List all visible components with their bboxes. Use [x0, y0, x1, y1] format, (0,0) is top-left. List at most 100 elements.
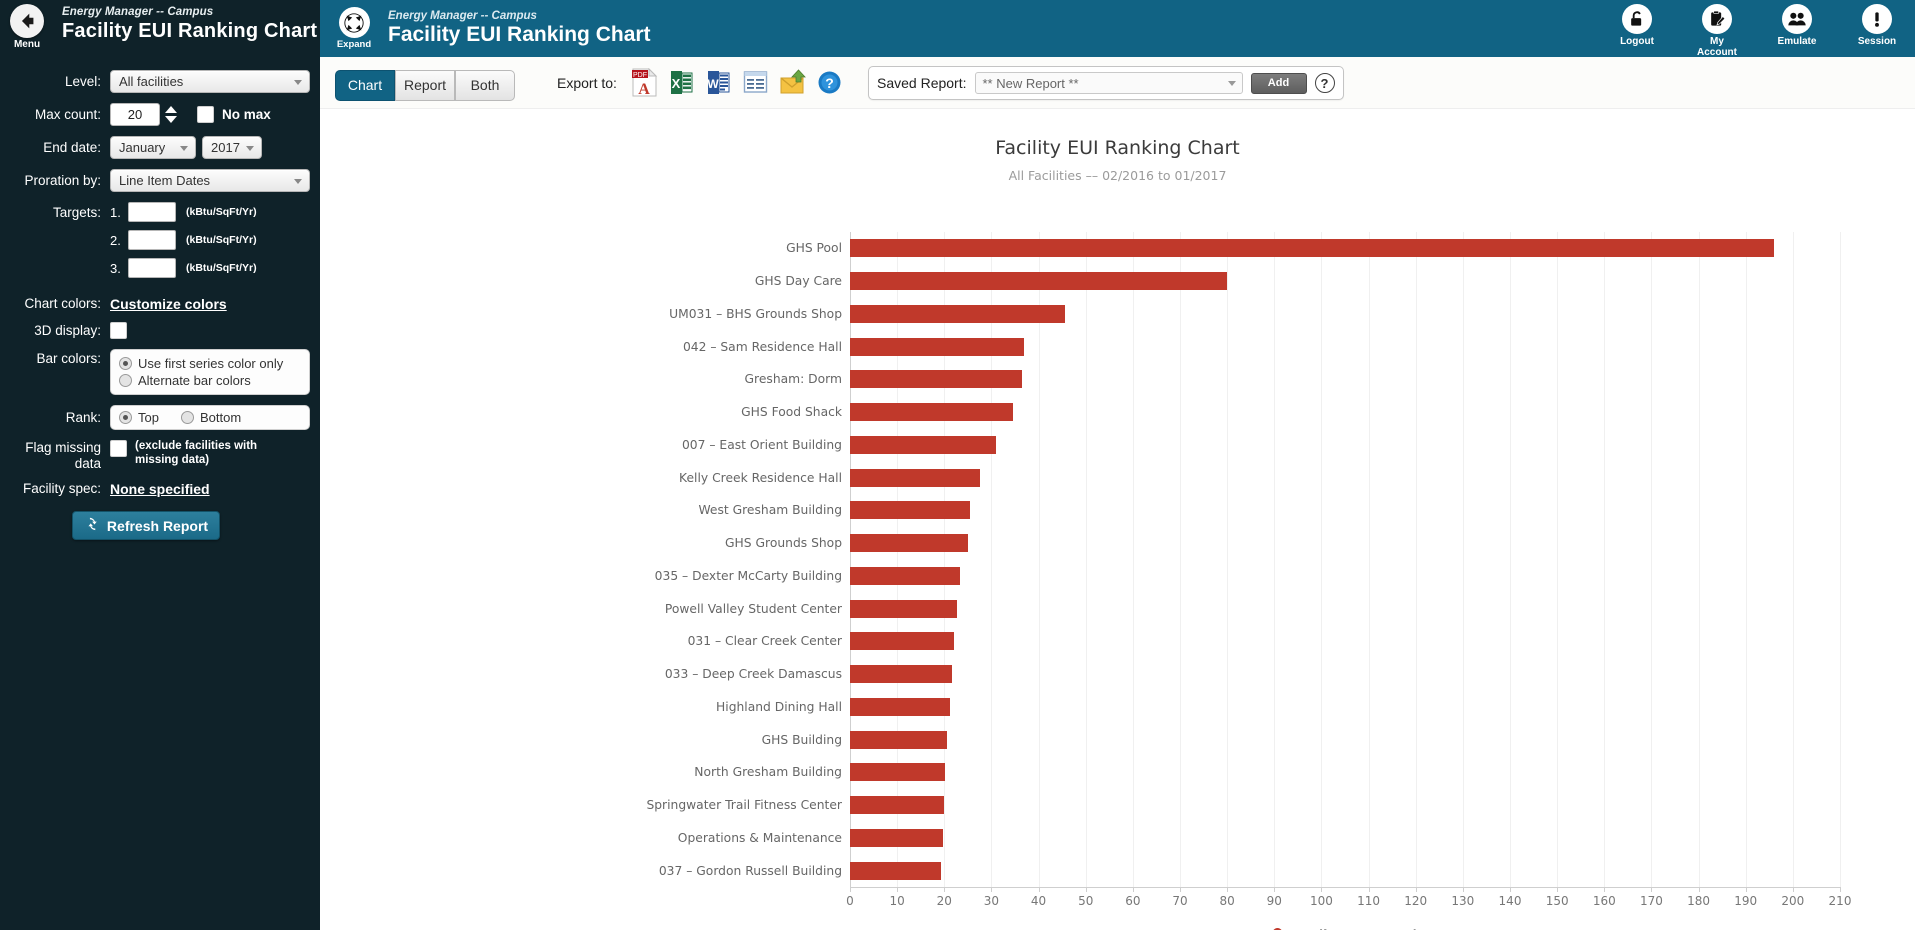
bar-colors-option-first-series[interactable]: Use first series color only: [119, 356, 301, 371]
bar[interactable]: [850, 239, 1774, 258]
bar[interactable]: [850, 534, 968, 553]
grid-line: [1321, 232, 1323, 887]
pdf-export-icon[interactable]: PDF A: [631, 67, 658, 98]
bar-row[interactable]: Operations & Maintenance: [678, 828, 1840, 847]
bar-row[interactable]: UM031 – BHS Grounds Shop: [669, 304, 1840, 323]
grid-line: [1180, 232, 1181, 887]
bar[interactable]: [850, 697, 951, 716]
rank-option-bottom[interactable]: Bottom: [180, 410, 241, 425]
bar-row[interactable]: Highland Dining Hall: [716, 697, 1840, 716]
stepper-up-icon[interactable]: [165, 106, 177, 113]
target-2-number: 2.: [110, 232, 121, 248]
target-3-input[interactable]: [128, 258, 176, 278]
radio-unselected-icon[interactable]: [180, 411, 194, 424]
target-3-number: 3.: [110, 260, 121, 276]
x-axis-line: [850, 887, 1840, 888]
max-count-stepper[interactable]: [165, 106, 179, 123]
customize-colors-link[interactable]: Customize colors: [110, 296, 227, 312]
bar[interactable]: [850, 468, 980, 487]
bar-row[interactable]: GHS Day Care: [755, 272, 1840, 291]
bar[interactable]: [850, 632, 954, 651]
excel-export-icon[interactable]: X: [668, 68, 695, 97]
bar-row[interactable]: 007 – East Orient Building: [682, 435, 1840, 454]
bar[interactable]: [850, 796, 945, 815]
bar-row[interactable]: 035 – Dexter McCarty Building: [655, 566, 1840, 585]
bar[interactable]: [850, 665, 953, 684]
bar-row[interactable]: 037 – Gordon Russell Building: [659, 861, 1840, 880]
add-report-button[interactable]: Add: [1250, 72, 1307, 94]
target-1-input[interactable]: [128, 202, 176, 222]
target-2-input[interactable]: [128, 230, 176, 250]
end-year-select[interactable]: 2017: [202, 136, 262, 159]
bar[interactable]: [850, 763, 946, 782]
text-export-icon[interactable]: [742, 68, 769, 97]
plot-inner: 0 10 20 30 40 50 60 70 80 90 100 110 120 130 140 150 160…: [646, 232, 1851, 908]
tab-both[interactable]: Both: [455, 69, 515, 101]
my-account-button[interactable]: My Account: [1689, 4, 1745, 58]
proration-select[interactable]: Line Item Dates: [110, 169, 310, 192]
email-export-icon[interactable]: [779, 68, 806, 97]
bar-colors-option-alternate[interactable]: Alternate bar colors: [119, 373, 301, 388]
facility-spec-link[interactable]: None specified: [110, 481, 210, 497]
bar-row[interactable]: GHS Building: [762, 730, 1840, 749]
bar[interactable]: [850, 272, 1228, 291]
tab-chart[interactable]: Chart: [335, 69, 395, 101]
bar-row[interactable]: GHS Grounds Shop: [725, 534, 1840, 553]
3d-display-checkbox[interactable]: [110, 322, 127, 339]
bar[interactable]: [850, 403, 1013, 422]
max-count-input[interactable]: [110, 103, 160, 126]
menu-button[interactable]: Menu: [8, 4, 46, 50]
grid-line: [1227, 232, 1229, 887]
bar[interactable]: [850, 828, 943, 847]
saved-report-select[interactable]: ** New Report **: [974, 72, 1243, 94]
x-tick-mark: [1698, 887, 1700, 892]
flag-missing-checkbox[interactable]: [110, 440, 127, 457]
x-tick-label: 170: [1639, 894, 1663, 908]
bar-row[interactable]: Kelly Creek Residence Hall: [679, 468, 1840, 487]
stepper-down-icon[interactable]: [165, 116, 177, 123]
bar-row[interactable]: Powell Valley Student Center: [665, 599, 1840, 618]
bar-row[interactable]: 033 – Deep Creek Damascus: [665, 665, 1840, 684]
category-label: GHS Pool: [786, 241, 842, 256]
bar[interactable]: [850, 337, 1025, 356]
help-icon[interactable]: ?: [1314, 73, 1335, 93]
no-max-checkbox[interactable]: [197, 106, 214, 123]
bar[interactable]: [850, 861, 941, 880]
x-tick-label: 150: [1545, 894, 1569, 908]
word-export-icon[interactable]: W: [705, 68, 732, 97]
rank-option-top[interactable]: Top: [119, 410, 159, 425]
bar-row[interactable]: North Gresham Building: [694, 763, 1840, 782]
bar-row[interactable]: GHS Pool: [786, 239, 1840, 258]
bar[interactable]: [850, 566, 960, 585]
tab-report[interactable]: Report: [395, 69, 455, 101]
bar[interactable]: [850, 599, 957, 618]
expand-button[interactable]: Expand: [328, 7, 380, 50]
rank-radio-group: Top Bottom: [110, 405, 310, 430]
bar-row[interactable]: West Gresham Building: [698, 501, 1840, 520]
bar[interactable]: [850, 501, 971, 520]
rank-label: Rank:: [65, 409, 101, 425]
emulate-button[interactable]: Emulate: [1769, 4, 1825, 58]
bar-row[interactable]: 042 – Sam Residence Hall: [683, 337, 1840, 356]
logout-button[interactable]: Logout: [1609, 4, 1665, 58]
bar[interactable]: [850, 304, 1065, 323]
bar[interactable]: [850, 730, 948, 749]
x-tick-label: 70: [1172, 894, 1188, 908]
bar-row[interactable]: GHS Food Shack: [741, 403, 1840, 422]
bar-row[interactable]: 031 – Clear Creek Center: [688, 632, 1840, 651]
radio-unselected-icon[interactable]: [119, 374, 132, 387]
end-month-select[interactable]: January: [110, 136, 196, 159]
bar-row[interactable]: Springwater Trail Fitness Center: [646, 796, 1840, 815]
level-select[interactable]: All facilities: [110, 70, 310, 93]
radio-selected-icon[interactable]: [119, 411, 132, 424]
bar[interactable]: [850, 370, 1023, 389]
bar[interactable]: [850, 435, 997, 454]
bar-row[interactable]: Gresham: Dorm: [745, 370, 1840, 389]
x-tick-label: 80: [1219, 894, 1235, 908]
help-export-icon[interactable]: ?: [816, 68, 843, 97]
radio-selected-icon[interactable]: [119, 357, 132, 370]
category-label: GHS Food Shack: [741, 405, 842, 420]
session-button[interactable]: Session: [1849, 4, 1905, 58]
grid-line: [1604, 232, 1606, 887]
refresh-report-button[interactable]: Refresh Report: [72, 511, 220, 541]
